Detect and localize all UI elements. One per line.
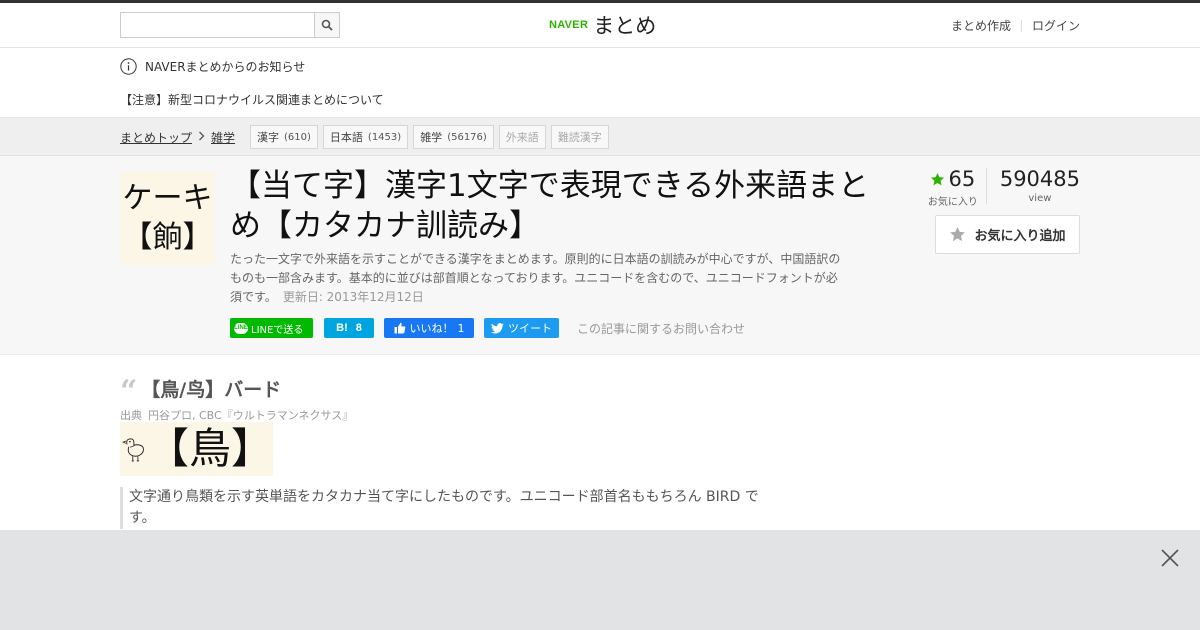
section-image[interactable]: 【鳥】 xyxy=(120,422,273,476)
hatena-bookmark-button[interactable]: B! 8 xyxy=(324,318,374,338)
tag-label: 雑学 xyxy=(420,131,443,144)
article-content: “ 【鳥/鸟】バード 出典 円谷プロ, CBC『ウルトラマンネクサス』 【鳥】 文… xyxy=(0,355,1200,530)
article-header: ケーキ 【餉】 【当て字】漢字1文字で表現できる外来語まとめ【カタカナ訓読み】 … xyxy=(0,156,1200,355)
section-heading-text: 【鳥/鸟】バード xyxy=(141,379,282,401)
logo-name: まとめ xyxy=(593,14,657,38)
notice-link[interactable]: 【注意】新型コロナウイルス関連まとめについて xyxy=(120,91,384,108)
facebook-like-button[interactable]: いいね！ 1 xyxy=(384,318,474,338)
tag-label: 漢字 xyxy=(257,131,280,144)
search-button[interactable] xyxy=(314,13,339,37)
source-label: 出典 xyxy=(120,409,142,422)
view-stat: 590485 view xyxy=(1000,166,1080,204)
source-text[interactable]: 円谷プロ, CBC『ウルトラマンネクサス』 xyxy=(148,409,353,422)
line-icon: LINE xyxy=(234,322,248,334)
search-input[interactable] xyxy=(121,13,315,37)
site-logo[interactable]: NAVER まとめ xyxy=(549,12,656,38)
updated-date: 更新日: 2013年12月12日 xyxy=(282,290,424,304)
tag-nihongo[interactable]: 日本語 (1453) xyxy=(322,125,409,149)
add-favorite-button[interactable]: お気に入り追加 xyxy=(935,215,1080,254)
tag-count: (1453) xyxy=(367,131,402,143)
hatena-icon: B! xyxy=(336,322,348,334)
tag-count: (56176) xyxy=(447,131,487,143)
header-links: まとめ作成 ログイン xyxy=(951,17,1080,34)
info-icon xyxy=(120,58,137,75)
chevron-right-icon xyxy=(198,130,205,144)
section-heading: “ 【鳥/鸟】バード xyxy=(120,373,282,409)
article-thumbnail: ケーキ 【餉】 xyxy=(120,172,215,265)
page-title: 【当て字】漢字1文字で表現できる外来語まとめ【カタカナ訓読み】 xyxy=(230,168,870,244)
line-share-label: LINEで送る xyxy=(251,324,304,336)
notice-area: NAVERまとめからのお知らせ 【注意】新型コロナウイルス関連まとめについて xyxy=(0,48,1200,118)
notice-heading-text: NAVERまとめからのお知らせ xyxy=(145,60,306,74)
breadcrumb-top[interactable]: まとめトップ xyxy=(120,129,192,146)
facebook-like-count: 1 xyxy=(457,321,465,335)
search-box xyxy=(120,12,340,38)
tag-list: 漢字 (610) 日本語 (1453) 雑学 (56176) 外来語 難読漢字 xyxy=(250,125,609,149)
share-buttons: LINE LINEで送る B! 8 いいね！ 1 ツイート この記事に関するお問… xyxy=(230,318,745,338)
site-header: NAVER まとめ まとめ作成 ログイン xyxy=(0,3,1200,48)
search-icon xyxy=(321,19,333,31)
tag-zatsugaku[interactable]: 雑学 (56176) xyxy=(413,125,494,149)
view-label: view xyxy=(1028,193,1052,204)
bird-drawing-icon xyxy=(122,438,144,462)
create-matome-link[interactable]: まとめ作成 xyxy=(951,17,1011,34)
add-favorite-label: お気に入り追加 xyxy=(974,229,1066,244)
image-source: 出典 円谷プロ, CBC『ウルトラマンネクサス』 xyxy=(120,407,353,423)
thumbs-up-icon xyxy=(394,322,405,334)
star-outline-icon xyxy=(950,227,966,242)
favorite-label: お気に入り xyxy=(927,197,978,208)
tag-label: 難読漢字 xyxy=(557,131,602,144)
section-image-text: 【鳥】 xyxy=(146,424,273,473)
thumbnail-text-bottom: 【餉】 xyxy=(122,219,213,255)
stat-divider xyxy=(985,168,987,204)
twitter-bird-icon xyxy=(491,322,504,333)
favorite-count: 65 xyxy=(948,167,976,191)
tag-gairaigo[interactable]: 外来語 xyxy=(498,125,546,149)
view-count: 590485 xyxy=(999,167,1080,191)
hatena-count: 8 xyxy=(355,322,362,334)
breadcrumb-bar: まとめトップ 雑学 漢字 (610) 日本語 (1453) 雑学 (56176) 外来… xyxy=(0,118,1200,156)
section-body: 文字通り鳥類を示す英単語をカタカナ当て字にしたものです。ユニコード部首名ももちろ… xyxy=(120,487,760,529)
ad-overlay xyxy=(0,530,1200,630)
tag-label: 日本語 xyxy=(329,131,363,144)
tag-kanji[interactable]: 漢字 (610) xyxy=(250,125,318,149)
quote-icon: “ xyxy=(120,373,138,409)
favorite-stat: 65 お気に入り xyxy=(920,166,986,208)
tag-label: 外来語 xyxy=(505,131,539,144)
thumbnail-text-top: ケーキ xyxy=(122,181,213,216)
tag-nandoku-kanji[interactable]: 難読漢字 xyxy=(550,125,609,149)
logo-brand: NAVER xyxy=(549,19,589,31)
tweet-label: ツイート xyxy=(508,322,552,335)
login-link[interactable]: ログイン xyxy=(1032,17,1080,34)
tag-count: (610) xyxy=(284,131,311,143)
tweet-button[interactable]: ツイート xyxy=(484,318,559,338)
breadcrumb-category[interactable]: 雑学 xyxy=(211,129,235,146)
favorite-count-row: 65 xyxy=(930,166,975,192)
star-icon xyxy=(931,172,945,185)
line-share-button[interactable]: LINE LINEで送る xyxy=(230,318,313,338)
article-stats: 65 お気に入り 590485 view xyxy=(920,166,1080,208)
breadcrumb: まとめトップ 雑学 漢字 (610) 日本語 (1453) 雑学 (56176) 外来… xyxy=(120,118,609,156)
divider xyxy=(1020,19,1022,32)
article-description: たった一文字で外来語を示すことができる漢字をまとめます。原則的に日本語の訓読みが… xyxy=(230,250,846,307)
close-icon[interactable] xyxy=(1160,548,1180,568)
facebook-like-label: いいね！ xyxy=(409,322,454,335)
notice-heading: NAVERまとめからのお知らせ xyxy=(120,58,305,75)
inquiry-link[interactable]: この記事に関するお問い合わせ xyxy=(577,320,745,337)
